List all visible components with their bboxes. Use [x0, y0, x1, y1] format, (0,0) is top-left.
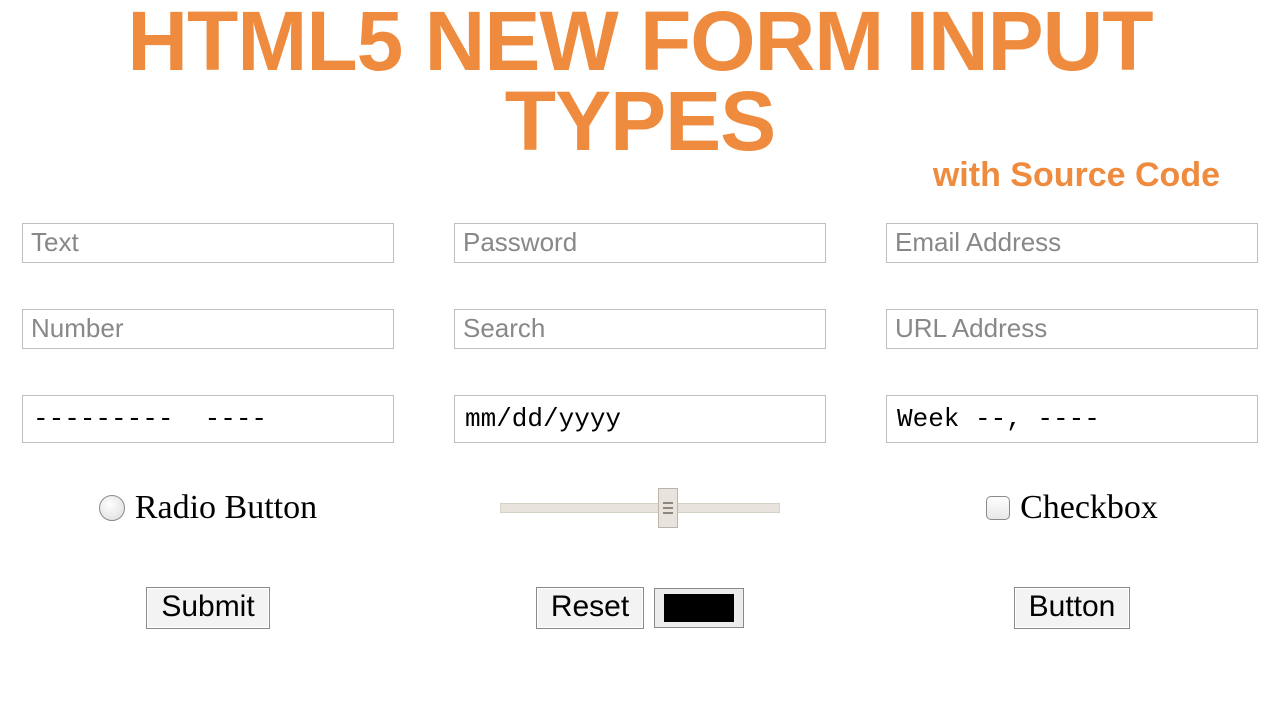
text-input[interactable]	[22, 223, 394, 263]
email-input[interactable]	[886, 223, 1258, 263]
password-input[interactable]	[454, 223, 826, 263]
input-grid: Radio Button Checkbox	[0, 195, 1280, 527]
color-swatch	[664, 594, 734, 622]
checkbox-label: Checkbox	[1020, 489, 1158, 527]
submit-button[interactable]: Submit	[146, 587, 269, 629]
checkbox-icon[interactable]	[986, 496, 1010, 520]
generic-button[interactable]: Button	[1014, 587, 1131, 629]
slider-thumb[interactable]	[658, 488, 678, 528]
week-input[interactable]	[886, 395, 1258, 443]
search-input[interactable]	[454, 309, 826, 349]
slider-track	[500, 503, 780, 513]
color-input[interactable]	[654, 588, 744, 628]
button-row: Submit Reset Button	[0, 527, 1280, 629]
radio-label: Radio Button	[135, 489, 317, 527]
page-title: HTML5 NEW FORM INPUT TYPES	[0, 2, 1280, 162]
radio-icon[interactable]	[99, 495, 125, 521]
checkbox-control[interactable]: Checkbox	[986, 489, 1158, 527]
month-input[interactable]	[22, 395, 394, 443]
number-input[interactable]	[22, 309, 394, 349]
range-slider[interactable]	[500, 493, 780, 523]
reset-button[interactable]: Reset	[536, 587, 644, 629]
url-input[interactable]	[886, 309, 1258, 349]
radio-control[interactable]: Radio Button	[99, 489, 317, 527]
date-input[interactable]	[454, 395, 826, 443]
